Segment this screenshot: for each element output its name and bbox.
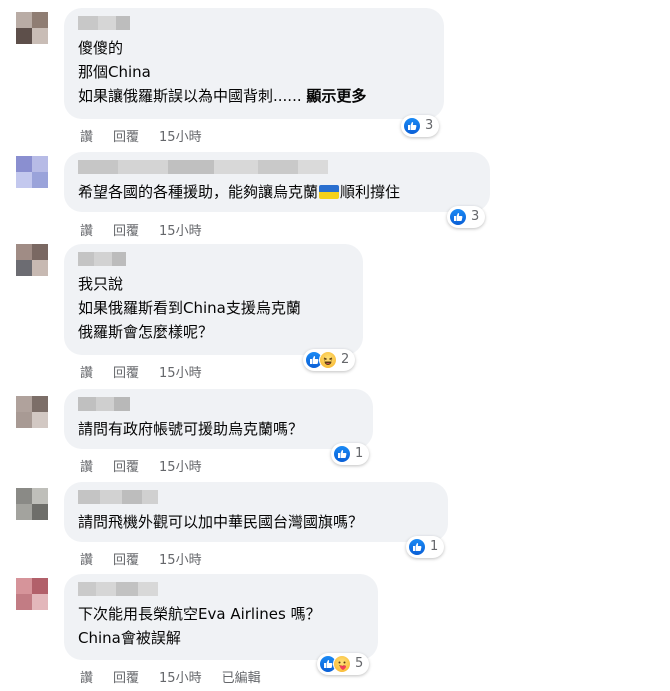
timestamp[interactable]: 15小時 bbox=[159, 362, 202, 381]
comment-actions: 讚 回覆 15小時 bbox=[80, 549, 222, 568]
commenter-name[interactable] bbox=[78, 490, 436, 504]
reply-button[interactable]: 回覆 bbox=[113, 126, 139, 145]
reaction-summary[interactable]: 1 bbox=[331, 443, 370, 465]
reaction-summary[interactable]: 1 bbox=[406, 536, 445, 558]
reaction-count: 2 bbox=[341, 352, 350, 367]
reaction-count: 1 bbox=[430, 539, 439, 554]
see-more-link[interactable]: 顯示更多 bbox=[306, 87, 366, 105]
reaction-summary[interactable]: 2 bbox=[303, 349, 356, 371]
avatar[interactable] bbox=[16, 488, 48, 520]
comment-bubble: 請問飛機外觀可以加中華民國台灣國旗嗎？ bbox=[64, 482, 448, 542]
reaction-summary[interactable]: 3 bbox=[447, 206, 486, 228]
comment-bubble: 我只說 如果俄羅斯看到China支援烏克蘭 俄羅斯會怎麼樣呢？ bbox=[64, 244, 363, 355]
comment-actions: 讚 回覆 15小時 bbox=[80, 220, 222, 239]
reaction-count: 3 bbox=[425, 118, 434, 133]
comment-text-line: China會被誤解 bbox=[78, 629, 181, 647]
comment-bubble: 下次能用長榮航空Eva Airlines 嗎？ China會被誤解 bbox=[64, 574, 378, 660]
reaction-count: 3 bbox=[471, 209, 480, 224]
comment-bubble: 傻傻的 那個China 如果讓俄羅斯誤以為中國背刺...... 顯示更多 bbox=[64, 8, 444, 119]
reaction-summary[interactable]: 5 bbox=[317, 653, 370, 675]
care-reaction-icon bbox=[333, 655, 351, 673]
comment-bubble: 請問有政府帳號可援助烏克蘭嗎？ bbox=[64, 389, 373, 449]
like-button[interactable]: 讚 bbox=[80, 456, 93, 475]
commenter-name[interactable] bbox=[78, 397, 361, 411]
avatar[interactable] bbox=[16, 12, 48, 44]
reply-button[interactable]: 回覆 bbox=[113, 667, 139, 686]
comment-bubble: 希望各國的各種援助，能夠讓烏克蘭 順利撐住 bbox=[64, 152, 490, 212]
edited-label[interactable]: 已編輯 bbox=[222, 667, 261, 686]
reaction-summary[interactable]: 3 bbox=[401, 115, 440, 137]
reply-button[interactable]: 回覆 bbox=[113, 456, 139, 475]
timestamp[interactable]: 15小時 bbox=[159, 667, 202, 686]
timestamp[interactable]: 15小時 bbox=[159, 220, 202, 239]
timestamp[interactable]: 15小時 bbox=[159, 126, 202, 145]
like-reaction-icon bbox=[449, 208, 467, 226]
comment-text-line: 如果讓俄羅斯誤以為中國背刺...... 顯示更多 bbox=[78, 87, 367, 105]
comment-text-line: 傻傻的 bbox=[78, 39, 124, 57]
timestamp[interactable]: 15小時 bbox=[159, 549, 202, 568]
comment-text-line: 如果俄羅斯看到China支援烏克蘭 bbox=[78, 299, 301, 317]
reply-button[interactable]: 回覆 bbox=[113, 220, 139, 239]
like-reaction-icon bbox=[403, 117, 421, 135]
comment-actions: 讚 回覆 15小時 bbox=[80, 362, 222, 381]
reaction-count: 5 bbox=[355, 656, 364, 671]
ukraine-flag-icon bbox=[319, 185, 340, 199]
comment-text-line: 下次能用長榮航空Eva Airlines 嗎？ bbox=[78, 605, 321, 623]
like-reaction-icon bbox=[408, 538, 426, 556]
like-button[interactable]: 讚 bbox=[80, 362, 93, 381]
like-button[interactable]: 讚 bbox=[80, 220, 93, 239]
comment-actions: 讚 回覆 15小時 bbox=[80, 456, 222, 475]
comment-text-line: 我只說 bbox=[78, 275, 124, 293]
commenter-name[interactable] bbox=[78, 16, 432, 30]
comment-actions: 讚 回覆 15小時 bbox=[80, 126, 222, 145]
comment-text-line: 請問飛機外觀可以加中華民國台灣國旗嗎？ bbox=[78, 513, 364, 531]
timestamp[interactable]: 15小時 bbox=[159, 456, 202, 475]
commenter-name[interactable] bbox=[78, 582, 366, 596]
avatar[interactable] bbox=[16, 244, 48, 276]
commenter-name[interactable] bbox=[78, 160, 478, 174]
avatar[interactable] bbox=[16, 156, 48, 188]
comment-text-line: 那個China bbox=[78, 63, 151, 81]
comment-actions: 讚 回覆 15小時 已編輯 bbox=[80, 667, 281, 686]
reply-button[interactable]: 回覆 bbox=[113, 362, 139, 381]
like-button[interactable]: 讚 bbox=[80, 667, 93, 686]
comment-text-line: 俄羅斯會怎麼樣呢？ bbox=[78, 323, 214, 341]
comment-text-line: 希望各國的各種援助，能夠讓烏克蘭 順利撐住 bbox=[78, 183, 401, 201]
like-reaction-icon bbox=[333, 445, 351, 463]
avatar[interactable] bbox=[16, 578, 48, 610]
like-button[interactable]: 讚 bbox=[80, 549, 93, 568]
comment-text-line: 請問有政府帳號可援助烏克蘭嗎？ bbox=[78, 420, 304, 438]
commenter-name[interactable] bbox=[78, 252, 351, 266]
reply-button[interactable]: 回覆 bbox=[113, 549, 139, 568]
like-button[interactable]: 讚 bbox=[80, 126, 93, 145]
haha-reaction-icon bbox=[319, 351, 337, 369]
reaction-count: 1 bbox=[355, 446, 364, 461]
avatar[interactable] bbox=[16, 396, 48, 428]
